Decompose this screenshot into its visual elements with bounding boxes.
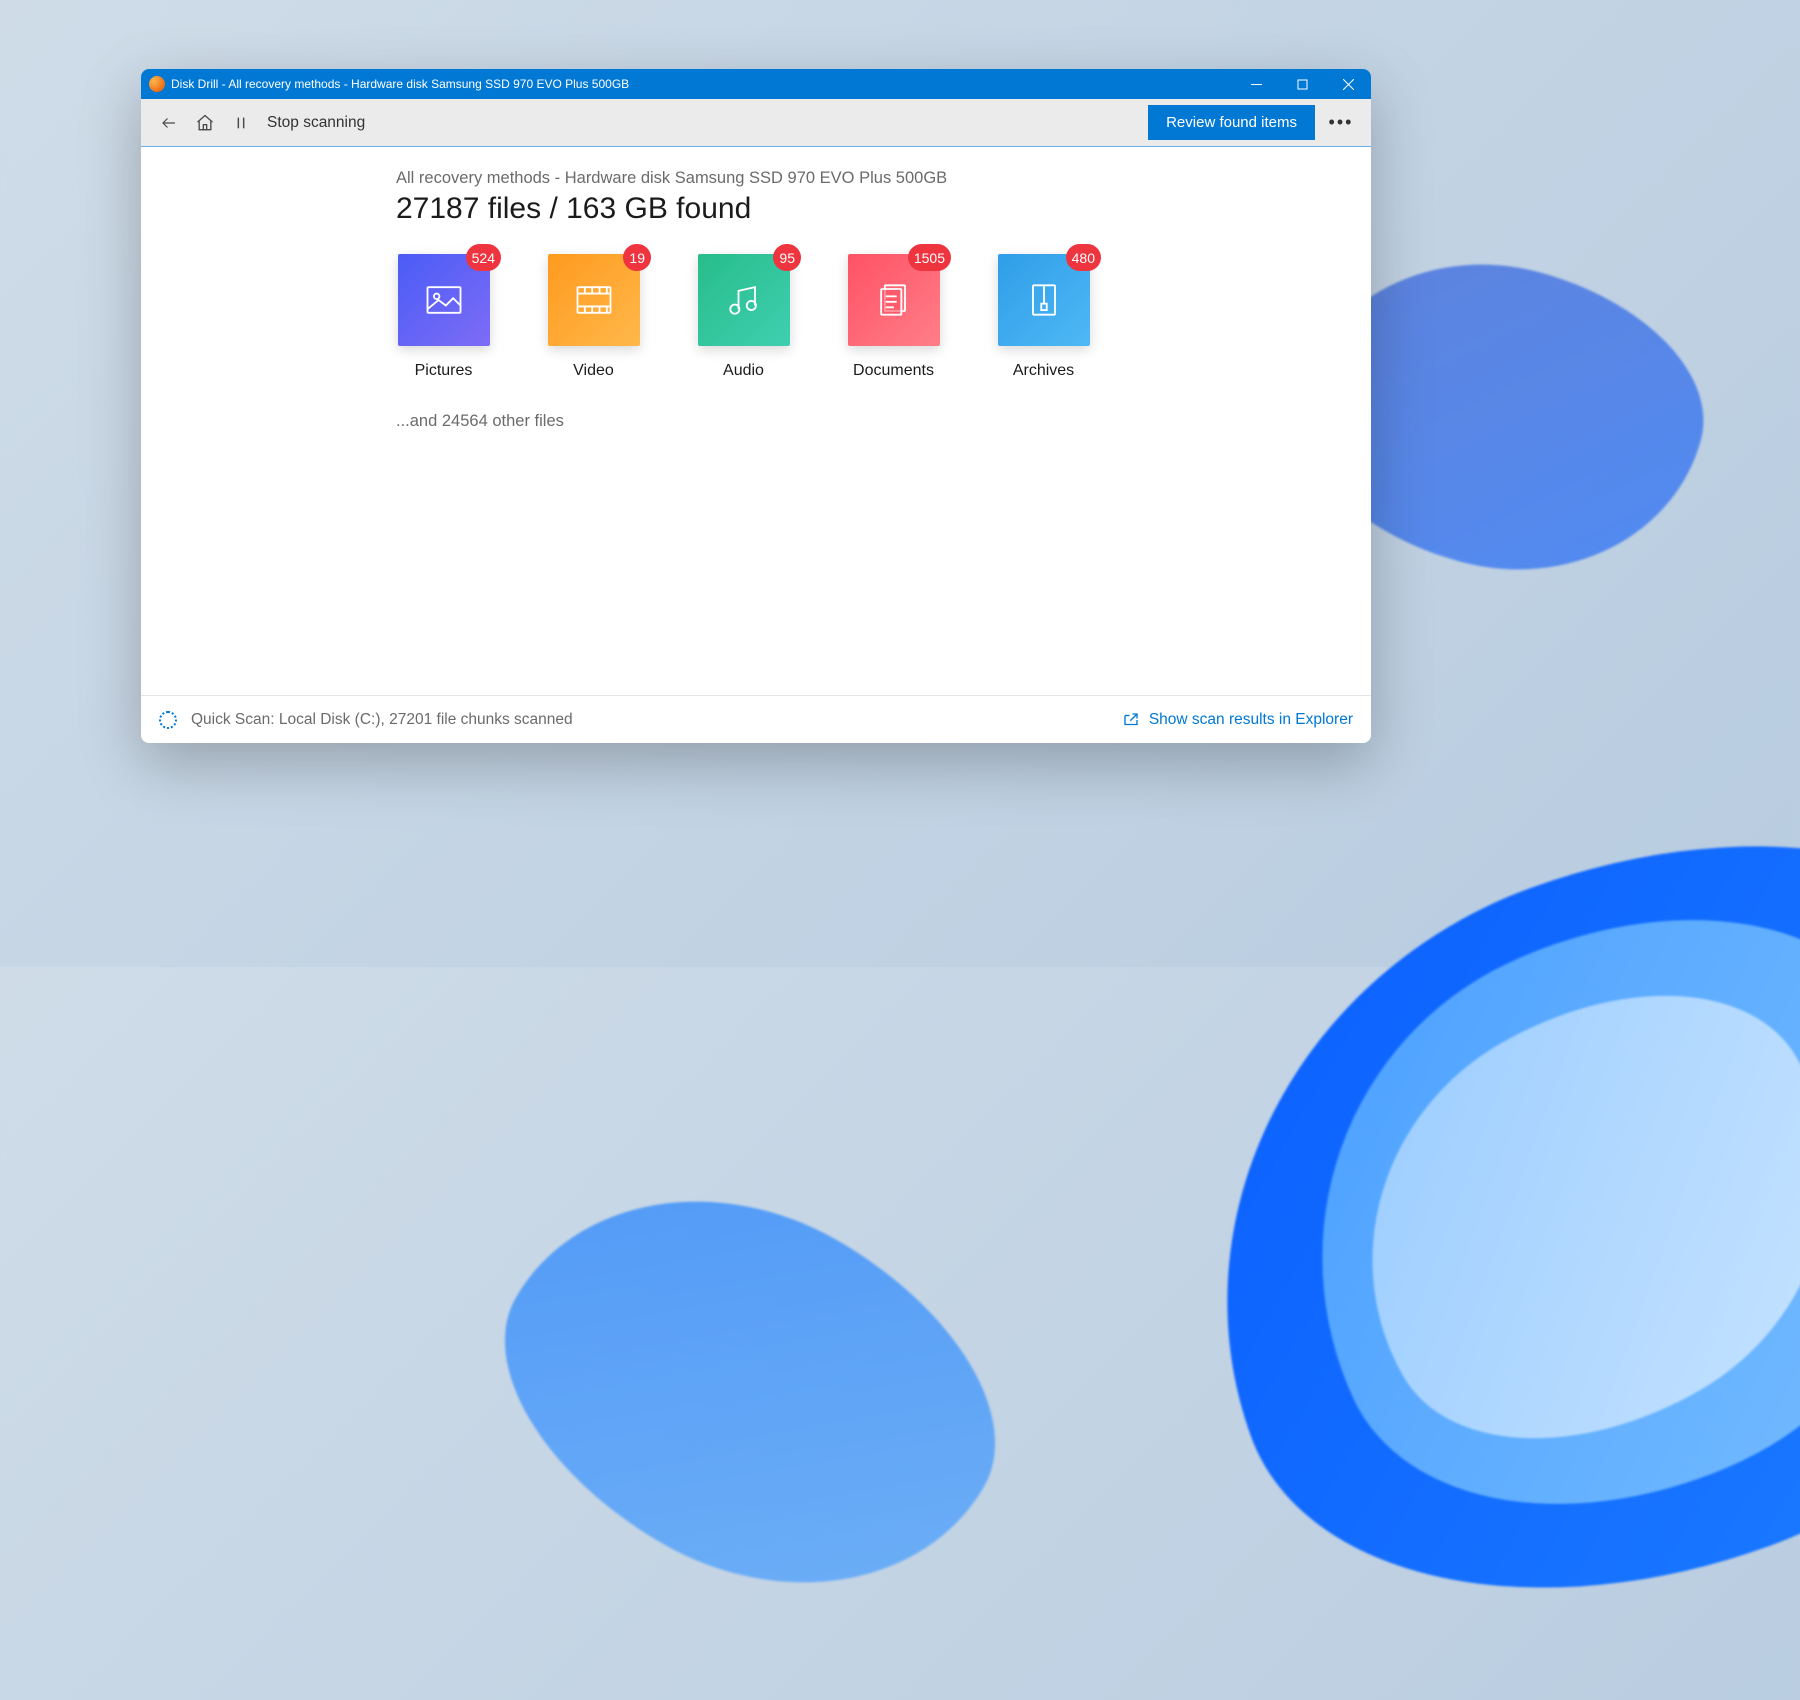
audio-count-badge: 95: [773, 244, 801, 271]
more-menu-button[interactable]: •••: [1321, 105, 1361, 141]
maximize-button[interactable]: [1279, 69, 1325, 99]
minimize-button[interactable]: [1233, 69, 1279, 99]
documents-count-badge: 1505: [908, 244, 951, 271]
video-count-badge: 19: [623, 244, 651, 271]
back-button[interactable]: [151, 105, 187, 141]
category-label: Audio: [723, 362, 764, 380]
home-button[interactable]: [187, 105, 223, 141]
review-found-items-button[interactable]: Review found items: [1148, 105, 1315, 140]
category-documents[interactable]: 1505 Documents: [846, 254, 941, 380]
category-pictures[interactable]: 524 Pictures: [396, 254, 491, 380]
close-button[interactable]: [1325, 69, 1371, 99]
explorer-link-label: Show scan results in Explorer: [1149, 711, 1353, 729]
status-text: Quick Scan: Local Disk (C:), 27201 file …: [191, 711, 573, 729]
stop-scanning-button[interactable]: Stop scanning: [267, 114, 365, 132]
window-title: Disk Drill - All recovery methods - Hard…: [171, 77, 1233, 91]
other-files-text: ...and 24564 other files: [396, 412, 1216, 431]
loading-spinner-icon: [159, 711, 177, 729]
show-in-explorer-link[interactable]: Show scan results in Explorer: [1122, 711, 1353, 729]
category-label: Video: [573, 362, 614, 380]
category-video[interactable]: 19 Video: [546, 254, 641, 380]
archives-count-badge: 480: [1066, 244, 1101, 271]
content-area: All recovery methods - Hardware disk Sam…: [141, 147, 1371, 695]
external-link-icon: [1122, 711, 1140, 729]
category-label: Archives: [1013, 362, 1074, 380]
titlebar[interactable]: Disk Drill - All recovery methods - Hard…: [141, 69, 1371, 99]
video-icon: [548, 254, 640, 346]
audio-icon: [698, 254, 790, 346]
app-icon: [149, 76, 165, 92]
app-window: Disk Drill - All recovery methods - Hard…: [141, 69, 1371, 743]
statusbar: Quick Scan: Local Disk (C:), 27201 file …: [141, 695, 1371, 743]
category-audio[interactable]: 95 Audio: [696, 254, 791, 380]
pause-button[interactable]: [223, 105, 259, 141]
category-tiles: 524 Pictures 19 Video 95 Audio: [396, 254, 1216, 380]
scan-heading: 27187 files / 163 GB found: [396, 192, 1216, 226]
category-label: Documents: [853, 362, 934, 380]
category-label: Pictures: [415, 362, 473, 380]
scan-subtitle: All recovery methods - Hardware disk Sam…: [396, 169, 1216, 188]
pictures-count-badge: 524: [466, 244, 501, 271]
category-archives[interactable]: 480 Archives: [996, 254, 1091, 380]
toolbar: Stop scanning Review found items •••: [141, 99, 1371, 147]
